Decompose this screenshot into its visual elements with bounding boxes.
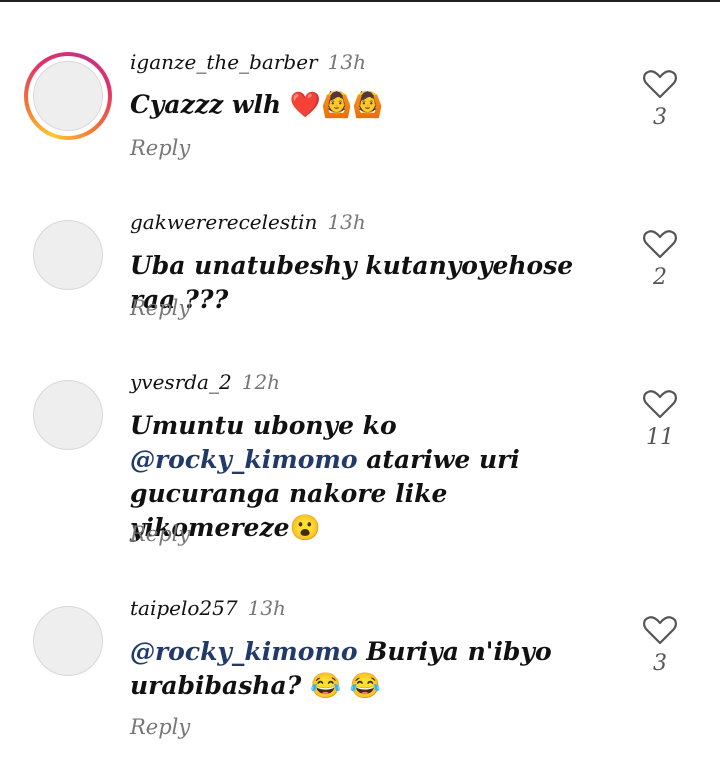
like-count: 2	[653, 265, 667, 290]
like-button[interactable]: 2	[641, 229, 679, 290]
timestamp: 12h	[241, 370, 281, 394]
avatar	[33, 61, 103, 131]
timestamp: 13h	[247, 596, 286, 620]
avatar[interactable]	[33, 220, 103, 290]
avatar[interactable]	[33, 606, 103, 676]
heart-emoji-icon: ❤️🙆🙆	[289, 90, 384, 119]
reply-button[interactable]: Reply	[130, 715, 190, 739]
avatar[interactable]	[33, 380, 103, 450]
heart-icon	[643, 70, 677, 99]
like-count: 11	[646, 425, 674, 450]
avatar-story-ring[interactable]	[24, 52, 112, 140]
heart-icon	[643, 390, 677, 419]
like-count: 3	[653, 651, 667, 676]
timestamp: 13h	[327, 210, 366, 234]
heart-icon	[643, 616, 677, 645]
mention-link[interactable]: @rocky_kimomo	[130, 637, 358, 666]
comment-meta: gakwererecelestin 13h	[130, 210, 366, 234]
comment-meta: yvesrda_2 12h	[130, 370, 280, 394]
comment-text: @rocky_kimomo Buriya n'ibyo urabibasha? …	[130, 637, 552, 700]
comment-text: Uba unatubeshy kutanyoyehose raa ???	[130, 251, 574, 314]
username[interactable]: gakwererecelestin	[130, 210, 317, 234]
laughing-emoji-icon: 😂 😂	[310, 671, 381, 700]
like-button[interactable]: 11	[641, 389, 679, 450]
reply-button[interactable]: Reply	[130, 136, 190, 160]
username[interactable]: taipelo257	[130, 596, 238, 620]
like-count: 3	[653, 105, 667, 130]
comment-meta: taipelo257 13h	[130, 596, 286, 620]
like-button[interactable]: 3	[641, 615, 679, 676]
surprised-emoji-icon: 😮	[289, 513, 321, 542]
timestamp: 13h	[327, 50, 366, 74]
comment-text: Cyazzz wlh ❤️🙆🙆	[130, 90, 384, 119]
heart-icon	[643, 230, 677, 259]
comment-meta: iganze_the_barber 13h	[130, 50, 366, 74]
like-button[interactable]: 3	[641, 69, 679, 130]
top-divider	[0, 0, 720, 2]
mention-link[interactable]: @rocky_kimomo	[130, 445, 358, 474]
username[interactable]: iganze_the_barber	[130, 50, 318, 74]
username[interactable]: yvesrda_2	[130, 370, 232, 394]
reply-button[interactable]: Reply	[130, 522, 190, 546]
comment-text: Umuntu ubonye ko @rocky_kimomo atariwe u…	[130, 411, 520, 542]
reply-button[interactable]: Reply	[130, 296, 190, 320]
